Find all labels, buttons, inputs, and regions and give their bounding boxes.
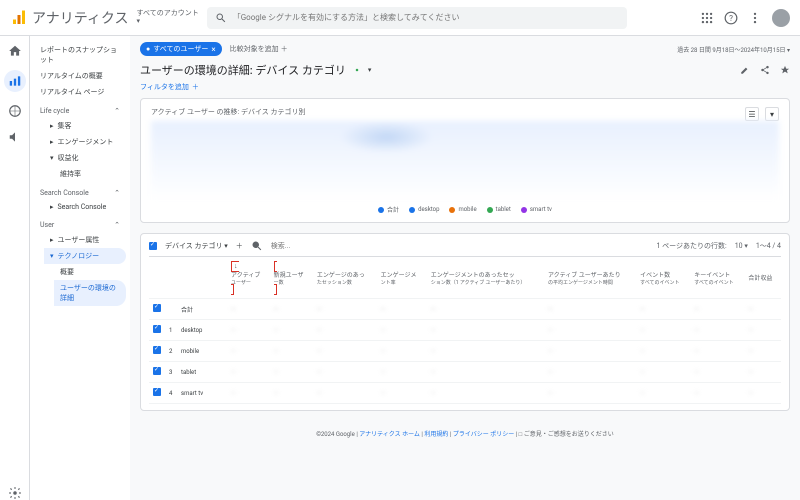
date-range[interactable]: 過去 28 日間 9月18日～2024年10月15日 ▾ [677,45,790,54]
col-active-users[interactable]: ↓アクティブユーザー [227,257,270,299]
chevron-down-icon[interactable]: ▾ [368,66,372,74]
nav-section-user[interactable]: User⌃ [34,218,126,232]
account-selector[interactable]: すべてのアカウント ▾ [136,10,198,25]
reports-icon[interactable] [4,70,26,92]
nav-retention[interactable]: 維持率 [54,166,126,182]
chart-title: アクティブ ユーザー の推移: デバイス カテゴリ別 [151,107,779,117]
filter-add-button[interactable]: フィルタを追加＋ [130,82,800,98]
nav-section-search-console[interactable]: Search Console⌃ [34,186,126,200]
share-icon[interactable] [760,65,770,75]
page-range: 1～4 / 4 [756,241,781,251]
avatar[interactable] [772,9,790,27]
analytics-logo-icon [10,9,28,27]
chart-settings-button[interactable]: ▾ [765,107,779,121]
page-footer: ©2024 Google | アナリティクス ホーム | 利用規約 | プライバ… [130,421,800,446]
report-nav: レポートのスナップショット リアルタイムの概要 リアルタイム ページ Life … [30,36,130,500]
row-checkbox[interactable] [153,346,161,354]
all-users-chip[interactable]: ●すべてのユーザー× [140,42,222,56]
nav-technology[interactable]: ▾テクノロジー [44,248,126,264]
rows-per-page-select[interactable]: 10 ▾ [735,242,748,250]
col-eng-sessions[interactable]: エンゲージのあったセッション数 [313,257,377,299]
help-icon[interactable]: ? [724,11,738,25]
comparison-bar: ●すべてのユーザー× 比較対象を追加＋ 過去 28 日間 9月18日～2024年… [130,36,800,62]
home-icon[interactable] [8,44,22,58]
chevron-down-icon: ▾ [136,18,198,26]
explore-icon[interactable] [8,104,22,118]
chevron-up-icon: ⌃ [114,107,120,115]
main-content: ●すべてのユーザー× 比較対象を追加＋ 過去 28 日間 9月18日～2024年… [130,36,800,500]
footer-link-terms[interactable]: 利用規約 [424,431,448,438]
row-checkbox[interactable] [153,325,161,333]
add-dimension-button[interactable]: ＋ [236,241,243,251]
search-icon [215,12,227,24]
col-revenue[interactable]: 合計収益 [744,257,781,299]
legend-desktop: desktop [409,205,439,214]
table-card: デバイス カテゴリ ▾ ＋ 1 ページあたりの行数: 10 ▾ 1～4 / 4 … [140,233,790,411]
nav-tech-details[interactable]: ユーザーの環境の詳細 [54,280,126,306]
col-key-events[interactable]: キーイベントすべてのイベント [690,257,744,299]
col-events[interactable]: イベント数すべてのイベント [636,257,690,299]
dimension-selector[interactable]: デバイス カテゴリ ▾ [165,241,228,251]
page-actions [740,65,790,75]
legend-smarttv: smart tv [521,205,552,214]
search-icon [251,240,263,252]
nav-section-lifecycle[interactable]: Life cycle⌃ [34,104,126,118]
apps-icon[interactable] [700,11,714,25]
chart-area [151,121,779,201]
table-pager: 1 ページあたりの行数: 10 ▾ 1～4 / 4 [656,241,781,251]
search-input[interactable] [233,13,619,22]
svg-text:?: ? [729,12,733,22]
nav-acquisition[interactable]: ▸集客 [44,118,126,134]
logo: アナリティクス [10,8,128,28]
row-checkbox[interactable] [153,388,161,396]
admin-icon[interactable] [8,486,22,500]
nav-realtime-overview[interactable]: リアルタイムの概要 [34,68,126,84]
chart-card: ☰ ▾ アクティブ ユーザー の推移: デバイス カテゴリ別 合計 deskto… [140,98,790,223]
nav-snapshot[interactable]: レポートのスナップショット [34,42,126,68]
footer-link-home[interactable]: アナリティクス ホーム [359,431,420,438]
product-name: アナリティクス [32,8,128,28]
add-comparison-button[interactable]: 比較対象を追加＋ [230,44,288,54]
chart-type-line-button[interactable]: ☰ [745,107,759,121]
advertising-icon[interactable] [8,130,22,144]
global-search[interactable] [207,7,627,29]
insights-icon[interactable] [780,65,790,75]
header-actions: ? [700,9,790,27]
nav-monetization[interactable]: ▾収益化 [44,150,126,166]
sort-desc-icon: ↓ [234,262,238,270]
settings-icon[interactable] [352,65,362,75]
col-eng-rate[interactable]: エンゲージメント率 [377,257,427,299]
page-title: ユーザーの環境の詳細: デバイス カテゴリ [140,62,346,78]
menu-icon[interactable] [748,11,762,25]
col-avg-eng-time[interactable]: アクティブ ユーザーあたりの平均エンゲージメント時間 [544,257,636,299]
table-row: 1desktop————————— [149,320,781,341]
close-icon: × [211,45,215,54]
col-new-users[interactable]: 新規ユーザー数 [270,257,313,299]
row-checkbox[interactable] [153,304,161,312]
table-row: 4smart tv————————— [149,383,781,404]
legend-tablet: tablet [487,205,511,214]
select-all-checkbox[interactable] [149,242,157,250]
data-table: ↓アクティブユーザー 新規ユーザー数 エンゲージのあったセッション数 エンゲージ… [149,257,781,404]
nav-engagement[interactable]: ▸エンゲージメント [44,134,126,150]
nav-search-console[interactable]: ▸Search Console [44,200,126,214]
table-search-input[interactable] [271,242,360,250]
customize-icon[interactable] [740,65,750,75]
row-checkbox[interactable] [153,367,161,375]
nav-tech-overview[interactable]: 概要 [54,264,126,280]
legend-mobile: mobile [449,205,476,214]
totals-row: 合計————————— [149,299,781,320]
nav-user-attributes[interactable]: ▸ユーザー属性 [44,232,126,248]
table-row: 2mobile————————— [149,341,781,362]
app-header: アナリティクス すべてのアカウント ▾ ? [0,0,800,36]
table-row: 3tablet————————— [149,362,781,383]
footer-link-privacy[interactable]: プライバシー ポリシー [453,431,514,438]
chart-legend: 合計 desktop mobile tablet smart tv [151,205,779,214]
col-eng-per-user[interactable]: エンゲージメントのあったセッション数（1 アクティブ ユーザーあたり） [427,257,544,299]
nav-realtime-page[interactable]: リアルタイム ページ [34,84,126,100]
legend-total: 合計 [378,205,399,214]
left-rail [0,36,30,500]
